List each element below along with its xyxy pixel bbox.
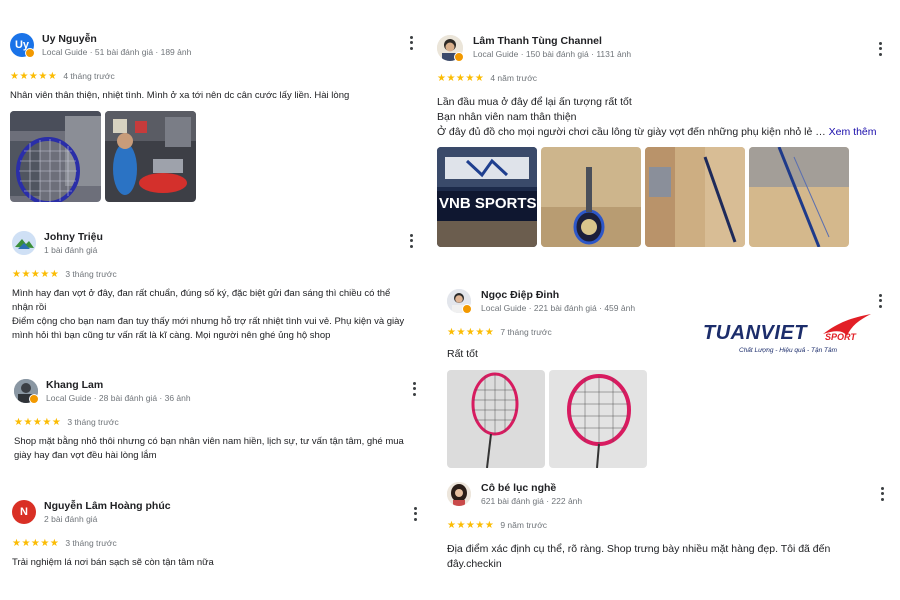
racket-photo xyxy=(10,111,101,202)
review-header: Cô bé lục nghề 621 bài đánh giá · 222 ản… xyxy=(447,482,889,516)
review-header: Khang Lam Local Guide · 28 bài đánh giá … xyxy=(14,379,420,413)
review-photos xyxy=(447,370,889,468)
review-photo[interactable] xyxy=(10,111,101,202)
review-photo[interactable] xyxy=(541,147,641,247)
review-header: Johny Triệu 1 bài đánh giá xyxy=(12,231,420,265)
rating-row: ★★★★★ 9 năm trước xyxy=(447,518,889,532)
review-text: Lần đầu mua ở đây để lại ấn tượng rất tố… xyxy=(437,95,882,140)
reviewer-name[interactable]: Uy Nguyễn xyxy=(42,33,97,45)
reviewer-meta: Local Guide · 221 bài đánh giá · 459 ảnh xyxy=(481,303,636,313)
racket-photo xyxy=(549,370,647,468)
more-options-icon[interactable] xyxy=(406,35,416,51)
more-options-icon[interactable] xyxy=(875,41,885,57)
review-photos: VNB SPORTS xyxy=(437,147,887,247)
reviewer-meta: Local Guide · 28 bài đánh giá · 36 ảnh xyxy=(46,393,191,403)
review-card: Uy Uy Nguyễn Local Guide · 51 bài đánh g… xyxy=(10,33,420,202)
racket-photo xyxy=(749,147,849,247)
more-options-icon[interactable] xyxy=(877,486,887,502)
rating-row: ★★★★★ 3 tháng trước xyxy=(14,415,420,429)
logo-sport: SPORT xyxy=(825,332,856,342)
review-time: 9 năm trước xyxy=(500,520,548,530)
see-more-link[interactable]: Xem thêm xyxy=(829,126,877,138)
review-header: Lâm Thanh Tùng Channel Local Guide · 150… xyxy=(437,35,887,69)
logo-tagline: Chất Lượng - Hiệu quả - Tận Tâm xyxy=(739,347,838,354)
star-rating: ★★★★★ xyxy=(447,326,495,338)
reviewer-meta: 621 bài đánh giá · 222 ảnh xyxy=(481,496,583,506)
more-options-icon[interactable] xyxy=(409,381,419,397)
rating-row: ★★★★★ 4 năm trước xyxy=(437,71,887,85)
review-time: 4 năm trước xyxy=(490,73,538,83)
review-photos xyxy=(10,111,420,202)
review-time: 7 tháng trước xyxy=(500,327,552,337)
review-card: N Nguyễn Lâm Hoàng phúc 2 bài đánh giá ★… xyxy=(12,500,422,570)
star-rating: ★★★★★ xyxy=(10,70,58,82)
rating-row: ★★★★★ 3 tháng trước xyxy=(12,536,422,550)
review-card: Johny Triệu 1 bài đánh giá ★★★★★ 3 tháng… xyxy=(12,231,420,343)
review-time: 3 tháng trước xyxy=(65,269,117,279)
review-text: Địa điểm xác định cụ thể, rõ ràng. Shop … xyxy=(447,543,831,570)
review-time: 3 tháng trước xyxy=(65,538,117,548)
review-card: Cô bé lục nghề 621 bài đánh giá · 222 ản… xyxy=(447,482,889,572)
local-guide-badge-icon xyxy=(454,52,464,62)
reviewer-meta: Local Guide · 150 bài đánh giá · 1131 ản… xyxy=(473,49,632,59)
local-guide-badge-icon xyxy=(25,48,35,58)
avatar[interactable] xyxy=(447,482,471,506)
logo-brand: TUANVIET xyxy=(703,322,807,344)
racket-photo xyxy=(447,370,545,468)
reviewer-name[interactable]: Johny Triệu xyxy=(44,231,103,243)
review-header: N Nguyễn Lâm Hoàng phúc 2 bài đánh giá xyxy=(12,500,422,534)
review-card: Khang Lam Local Guide · 28 bài đánh giá … xyxy=(14,379,420,463)
review-photo[interactable] xyxy=(447,370,545,468)
review-photo[interactable] xyxy=(549,370,647,468)
review-text: Mình hay đan vợt ở đây, đan rất chuẩn, đ… xyxy=(12,288,405,341)
more-options-icon[interactable] xyxy=(410,506,420,522)
rating-row: ★★★★★ 3 tháng trước xyxy=(12,267,420,281)
review-text-body: Lần đầu mua ở đây để lại ấn tượng rất tố… xyxy=(437,96,826,138)
tuanviet-sport-logo: TUANVIET SPORT Chất Lượng - Hiệu quả - T… xyxy=(703,312,873,360)
more-options-icon[interactable] xyxy=(875,293,885,309)
review-text: Nhân viên thân thiện, nhiệt tình. Mình ở… xyxy=(10,90,350,101)
review-photo[interactable] xyxy=(645,147,745,247)
review-text: Shop mặt bằng nhỏ thôi nhưng có bạn nhân… xyxy=(14,436,404,461)
local-guide-badge-icon xyxy=(462,304,472,314)
reviewer-meta: 1 bài đánh giá xyxy=(44,245,98,255)
reviewer-name[interactable]: Ngọc Điệp Đinh xyxy=(481,289,559,301)
shop-photo xyxy=(105,111,196,202)
review-photo[interactable] xyxy=(749,147,849,247)
reviewer-meta: 2 bài đánh giá xyxy=(44,514,98,524)
racket-photo xyxy=(541,147,641,247)
local-guide-badge-icon xyxy=(29,394,39,404)
rating-row: ★★★★★ 4 tháng trước xyxy=(10,69,420,83)
review-card: Lâm Thanh Tùng Channel Local Guide · 150… xyxy=(437,35,887,247)
review-text: Trải nghiệm lá nơi bán sạch sẽ còn tận t… xyxy=(12,557,214,568)
star-rating: ★★★★★ xyxy=(14,416,62,428)
more-options-icon[interactable] xyxy=(406,233,416,249)
reviewer-name[interactable]: Khang Lam xyxy=(46,379,103,391)
review-photo[interactable] xyxy=(105,111,196,202)
reviewer-meta: Local Guide · 51 bài đánh giá · 189 ảnh xyxy=(42,47,192,57)
review-time: 4 tháng trước xyxy=(63,71,115,81)
star-rating: ★★★★★ xyxy=(447,519,495,531)
avatar-image xyxy=(12,231,36,255)
avatar-image xyxy=(447,482,471,506)
star-rating: ★★★★★ xyxy=(12,268,60,280)
star-rating: ★★★★★ xyxy=(437,72,485,84)
reviewer-name[interactable]: Nguyễn Lâm Hoàng phúc xyxy=(44,500,171,512)
reviewer-name[interactable]: Cô bé lục nghề xyxy=(481,482,556,494)
star-rating: ★★★★★ xyxy=(12,537,60,549)
review-photo[interactable]: VNB SPORTS xyxy=(437,147,537,247)
racket-photo xyxy=(645,147,745,247)
storefront-sign: VNB SPORTS xyxy=(439,195,537,212)
avatar-initials: N xyxy=(20,506,28,518)
review-header: Uy Uy Nguyễn Local Guide · 51 bài đánh g… xyxy=(10,33,420,67)
avatar[interactable]: N xyxy=(12,500,36,524)
avatar[interactable] xyxy=(12,231,36,255)
reviewer-name[interactable]: Lâm Thanh Tùng Channel xyxy=(473,35,602,47)
review-time: 3 tháng trước xyxy=(67,417,119,427)
